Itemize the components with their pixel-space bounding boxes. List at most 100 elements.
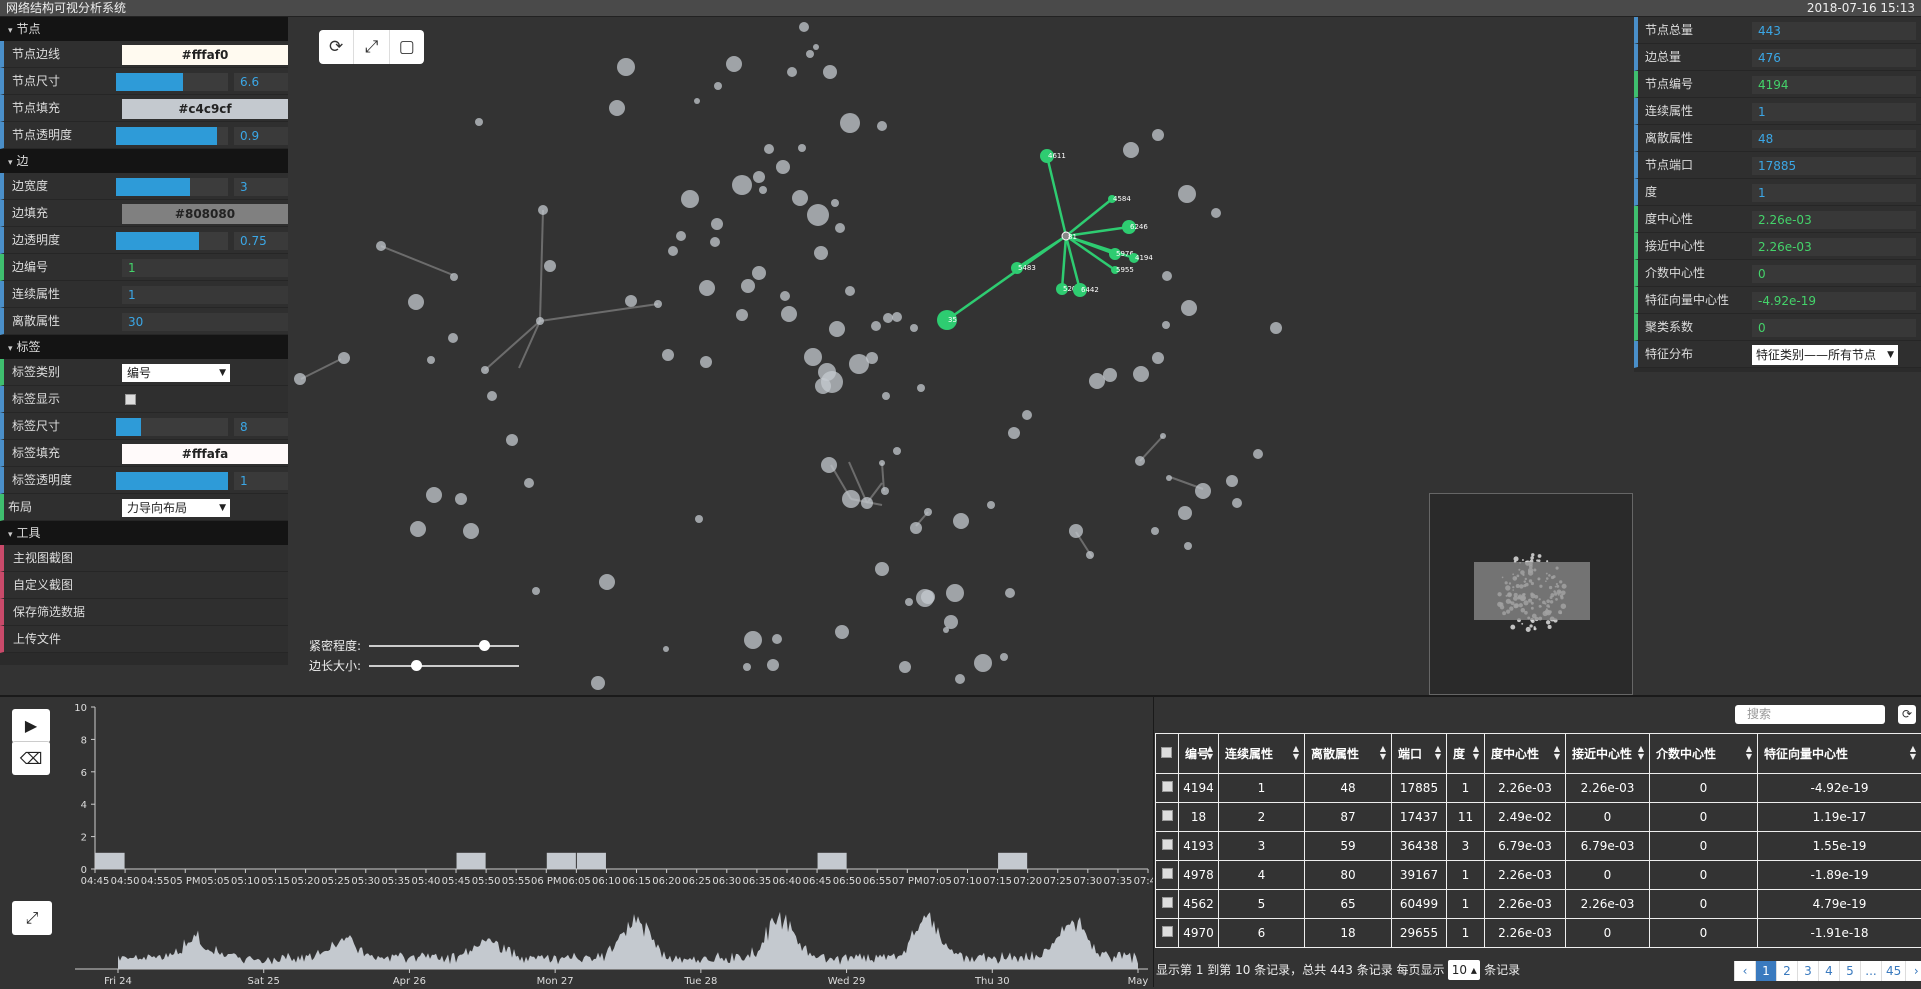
node-opacity-slider[interactable] xyxy=(116,127,228,145)
row-select-cell[interactable] xyxy=(1156,890,1179,919)
edge-width-slider[interactable] xyxy=(116,178,228,196)
info-value: 1 xyxy=(1752,184,1916,202)
column-header[interactable]: 离散属性▲▼ xyxy=(1305,734,1392,774)
column-header[interactable]: 特征向量中心性▲▼ xyxy=(1758,734,1921,774)
table-row[interactable]: 41933593643836.79e-036.79e-0301.55e-19 xyxy=(1156,832,1921,861)
page-size-select[interactable]: 10 ▴ xyxy=(1448,960,1480,980)
refresh-button[interactable]: ⟳ xyxy=(1898,705,1916,724)
page-button[interactable]: 4 xyxy=(1818,961,1839,981)
row-checkbox[interactable] xyxy=(1162,926,1173,937)
edge-length-slider[interactable]: 边长大小: xyxy=(309,657,361,674)
layout-select[interactable]: 力导向布局▼ xyxy=(122,499,230,517)
page-button[interactable]: 5 xyxy=(1839,961,1860,981)
column-header[interactable]: 度▲▼ xyxy=(1447,734,1485,774)
label-opacity-slider[interactable] xyxy=(116,472,228,490)
timeline-chart[interactable]: 108642004:4504:5004:5505 PM05:0505:1005:… xyxy=(0,697,1153,989)
edge-fill-color[interactable]: #808080 xyxy=(122,204,288,224)
feature-dist-select[interactable]: 特征类别——所有节点▼ xyxy=(1752,345,1898,365)
row-select-cell[interactable] xyxy=(1156,774,1179,803)
section-node-header[interactable]: ▾节点 xyxy=(0,17,288,41)
table-row[interactable]: 1828717437112.49e-02001.19e-17 xyxy=(1156,803,1921,832)
graph-node xyxy=(1211,208,1221,218)
row-select-cell[interactable] xyxy=(1156,803,1179,832)
info-row: 特征向量中心性-4.92e-19 xyxy=(1634,287,1921,314)
column-header[interactable]: 端口▲▼ xyxy=(1392,734,1447,774)
row-checkbox[interactable] xyxy=(1162,839,1173,850)
edge-width-value[interactable]: 3 xyxy=(234,178,288,196)
label-size-slider[interactable] xyxy=(116,418,228,436)
page-button[interactable]: 3 xyxy=(1797,961,1818,981)
row-select-cell[interactable] xyxy=(1156,919,1179,948)
label-show-checkbox[interactable] xyxy=(125,394,136,405)
table-cell: 2.26e-03 xyxy=(1485,919,1566,948)
network-graph-view[interactable]: 8146114584624659764194595554835208644235… xyxy=(289,17,1633,695)
page-button[interactable]: › xyxy=(1905,961,1921,981)
table-row[interactable]: 49784803916712.26e-0300-1.89e-19 xyxy=(1156,861,1921,890)
select-all-cell[interactable] xyxy=(1156,734,1179,774)
tool-upload-file[interactable]: 上传文件 xyxy=(0,626,288,653)
node-border-color[interactable]: #fffaf0 xyxy=(122,45,288,65)
sort-icon: ▲▼ xyxy=(1910,745,1916,761)
label-type-select[interactable]: 编号▼ xyxy=(122,364,230,382)
select-box-icon[interactable]: ▢ xyxy=(390,30,424,64)
row-select-cell[interactable] xyxy=(1156,861,1179,890)
column-header[interactable]: 度中心性▲▼ xyxy=(1485,734,1566,774)
info-value: 2.26e-03 xyxy=(1752,211,1916,229)
overview-tick-label: Wed 29 xyxy=(828,976,866,987)
compactness-knob[interactable] xyxy=(479,640,490,651)
expand-icon[interactable]: ⤢ xyxy=(354,30,389,64)
table-row[interactable]: 41941481788512.26e-032.26e-030-4.92e-19 xyxy=(1156,774,1921,803)
table-cell: 2.26e-03 xyxy=(1566,890,1650,919)
table-cell: 17885 xyxy=(1392,774,1447,803)
graph-node xyxy=(681,190,699,208)
node-size-value[interactable]: 6.6 xyxy=(234,73,288,91)
section-tools-header[interactable]: ▾工具 xyxy=(0,521,288,545)
section-edge-header[interactable]: ▾边 xyxy=(0,149,288,173)
edge-opacity-slider[interactable] xyxy=(116,232,228,250)
label-size-value[interactable]: 8 xyxy=(234,418,288,436)
table-cell: 11 xyxy=(1447,803,1485,832)
column-header[interactable]: 连续属性▲▼ xyxy=(1219,734,1305,774)
x-tick-label: 07:35 xyxy=(1104,876,1133,887)
node-fill-color[interactable]: #c4c9cf xyxy=(122,99,288,119)
refresh-icon[interactable]: ⟳ xyxy=(319,30,354,64)
row-checkbox[interactable] xyxy=(1162,897,1173,908)
play-button[interactable]: ▶ xyxy=(12,709,50,743)
node-size-slider[interactable] xyxy=(116,73,228,91)
x-tick-label: 04:50 xyxy=(111,876,140,887)
label-fill-color[interactable]: #fffafa xyxy=(122,444,288,464)
table-row[interactable]: 45625656049912.26e-032.26e-0304.79e-19 xyxy=(1156,890,1921,919)
page-button[interactable]: ... xyxy=(1860,961,1881,981)
node-opacity-value[interactable]: 0.9 xyxy=(234,127,288,145)
page-button[interactable]: 2 xyxy=(1776,961,1797,981)
select-all-checkbox[interactable] xyxy=(1161,747,1172,758)
row-checkbox[interactable] xyxy=(1162,781,1173,792)
graph-node xyxy=(463,523,479,539)
row-select-cell[interactable] xyxy=(1156,832,1179,861)
table-cell: 6.79e-03 xyxy=(1566,832,1650,861)
page-button[interactable]: ‹ xyxy=(1734,961,1755,981)
tool-main-screenshot[interactable]: 主视图截图 xyxy=(0,545,288,572)
expand-timeline-button[interactable]: ⤢ xyxy=(12,901,52,935)
edge-length-knob[interactable] xyxy=(411,660,422,671)
search-input[interactable]: 搜索 xyxy=(1735,705,1885,724)
minimap-viewport[interactable] xyxy=(1474,562,1590,620)
section-label-header[interactable]: ▾标签 xyxy=(0,335,288,359)
label-opacity-value[interactable]: 1 xyxy=(234,472,288,490)
compactness-slider[interactable]: 紧密程度: xyxy=(309,637,361,654)
tool-save-filtered-data[interactable]: 保存筛选数据 xyxy=(0,599,288,626)
edge-opacity-value[interactable]: 0.75 xyxy=(234,232,288,250)
column-header[interactable]: 编号▲▼ xyxy=(1179,734,1219,774)
page-button[interactable]: 1 xyxy=(1755,961,1776,981)
row-checkbox[interactable] xyxy=(1162,868,1173,879)
eraser-button[interactable]: ⌫ xyxy=(12,741,50,775)
table-row[interactable]: 49706182965512.26e-0300-1.91e-18 xyxy=(1156,919,1921,948)
column-header[interactable]: 介数中心性▲▼ xyxy=(1650,734,1758,774)
row-checkbox[interactable] xyxy=(1162,810,1173,821)
minimap[interactable] xyxy=(1429,493,1633,695)
tool-custom-screenshot[interactable]: 自定义截图 xyxy=(0,572,288,599)
edge-cont-row: 连续属性1 xyxy=(0,281,288,308)
info-value: 0 xyxy=(1752,265,1916,283)
column-header[interactable]: 接近中心性▲▼ xyxy=(1566,734,1650,774)
page-button[interactable]: 45 xyxy=(1881,961,1905,981)
